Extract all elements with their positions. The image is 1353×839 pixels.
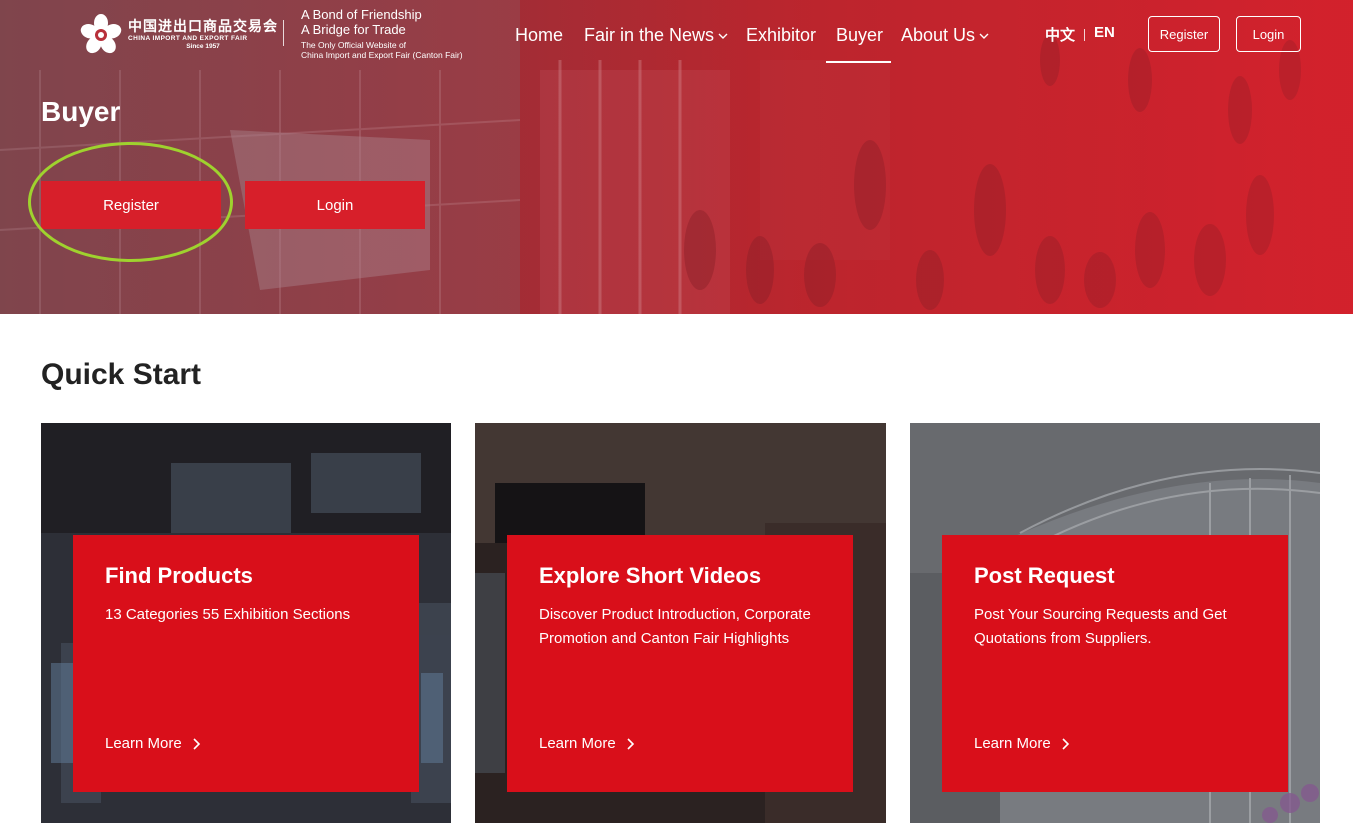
logo-since: Since 1957 [186, 43, 220, 50]
nav-label: About Us [901, 24, 976, 45]
tagline-line1: A Bond of Friendship [301, 7, 422, 22]
tagline-line2: A Bridge for Trade [301, 22, 406, 37]
register-button[interactable]: Register [41, 181, 221, 229]
canton-fair-logo[interactable]: 中国进出口商品交易会 CHINA IMPORT AND EXPORT FAIR … [80, 14, 278, 56]
card-find-products[interactable]: Find Products 13 Categories 55 Exhibitio… [41, 423, 451, 823]
tagline: A Bond of Friendship A Bridge for Trade … [301, 7, 463, 60]
header-login-button[interactable]: Login [1236, 16, 1301, 52]
nav-item-about-us[interactable]: About Us [901, 22, 989, 48]
learn-more-label: Learn More [974, 735, 1051, 752]
nav-label: Buyer [836, 24, 884, 45]
card-panel: Explore Short Videos Discover Product In… [507, 535, 853, 792]
card-description: Discover Product Introduction, Corporate… [539, 606, 811, 647]
lang-english[interactable]: EN [1094, 24, 1115, 41]
header-register-button[interactable]: Register [1148, 16, 1220, 52]
login-button[interactable]: Login [245, 181, 425, 229]
lang-chinese[interactable]: 中文 [1045, 24, 1075, 45]
learn-more-label: Learn More [539, 735, 616, 752]
nav-label: Home [515, 24, 564, 45]
learn-more-link[interactable]: Learn More [974, 735, 1070, 752]
site-header: 中国进出口商品交易会 CHINA IMPORT AND EXPORT FAIR … [0, 0, 1353, 70]
learn-more-link[interactable]: Learn More [105, 735, 201, 752]
nav-item-buyer[interactable]: Buyer [836, 22, 883, 48]
card-title: Find Products [105, 563, 253, 588]
chevron-right-icon [627, 737, 634, 750]
nav-item-fair-in-the-news[interactable]: Fair in the News [584, 22, 728, 48]
card-panel: Find Products 13 Categories 55 Exhibitio… [73, 535, 419, 792]
tagline-line3: The Only Official Website of [301, 40, 407, 50]
chevron-right-icon [193, 737, 200, 750]
nav-label: Exhibitor [746, 24, 817, 45]
hero-banner: 中国进出口商品交易会 CHINA IMPORT AND EXPORT FAIR … [0, 0, 1353, 314]
lang-divider [1084, 29, 1085, 41]
nav-label: Fair in the News [584, 24, 715, 45]
card-description: Post Your Sourcing Requests and Get Quot… [974, 606, 1227, 647]
chevron-down-icon [979, 33, 989, 39]
card-panel: Post Request Post Your Sourcing Requests… [942, 535, 1288, 792]
quick-start-title: Quick Start [41, 358, 202, 391]
nav-item-exhibitor[interactable]: Exhibitor [746, 22, 816, 48]
logo-divider [283, 20, 284, 46]
flower-logo-icon [80, 14, 122, 54]
logo-chinese-name: 中国进出口商品交易会 [128, 19, 278, 35]
logo-english-name: CHINA IMPORT AND EXPORT FAIR [128, 35, 248, 42]
page-title: Buyer [41, 96, 121, 127]
card-explore-short-videos[interactable]: Explore Short Videos Discover Product In… [475, 423, 886, 823]
card-description: 13 Categories 55 Exhibition Sections [105, 606, 351, 623]
nav-item-home[interactable]: Home [515, 22, 563, 48]
card-post-request[interactable]: Post Request Post Your Sourcing Requests… [910, 423, 1320, 823]
tagline-line4: China Import and Export Fair (Canton Fai… [301, 50, 463, 60]
card-title: Explore Short Videos [539, 563, 762, 588]
nav-active-indicator [826, 61, 891, 63]
chevron-down-icon [718, 33, 728, 39]
card-title: Post Request [974, 563, 1115, 588]
learn-more-label: Learn More [105, 735, 182, 752]
learn-more-link[interactable]: Learn More [539, 735, 635, 752]
chevron-right-icon [1062, 737, 1069, 750]
